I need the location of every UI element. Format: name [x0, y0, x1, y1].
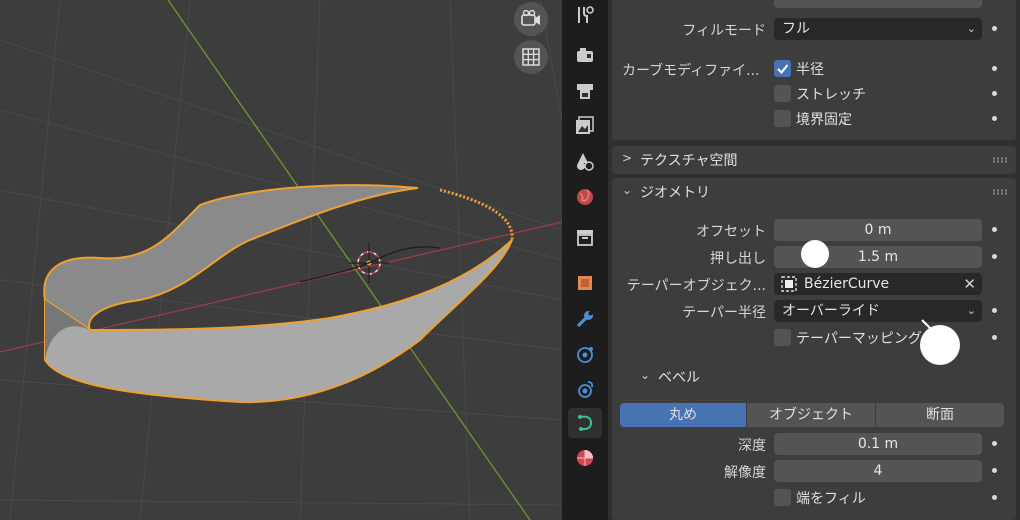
- chevron-down-icon: ⌄: [966, 304, 976, 317]
- bevel-mode-profile[interactable]: 断面: [876, 403, 1004, 427]
- keyframe-dot[interactable]: [992, 468, 997, 473]
- bevel-mode-round[interactable]: 丸め: [620, 403, 746, 427]
- collection-tab-icon[interactable]: [568, 222, 602, 252]
- cut-off-field[interactable]: [774, 0, 982, 8]
- shape-panel: フィルモード フル ⌄ カーブモディファイ... 半径 ストレッチ 境界固定: [612, 0, 1016, 140]
- particles-tab-icon[interactable]: [568, 340, 602, 370]
- fill-caps-label: 端をフィル: [796, 491, 866, 507]
- grid-perspective-icon[interactable]: [514, 40, 548, 74]
- object-tab-icon[interactable]: [568, 268, 602, 298]
- clear-x-icon[interactable]: ✕: [963, 273, 976, 295]
- camera-view-icon[interactable]: [514, 2, 548, 36]
- taper-object-row: テーパーオブジェク... BézierCurve ✕: [612, 272, 1016, 296]
- fill-caps-row: 端をフィル: [612, 486, 1016, 510]
- stretch-row: ストレッチ: [612, 82, 1016, 106]
- chevron-right-icon: >: [622, 151, 633, 165]
- bevel-resolution-field[interactable]: 4: [774, 460, 982, 482]
- world-tab-icon[interactable]: [568, 182, 602, 212]
- taper-radius-label: テーパー半径: [682, 305, 766, 321]
- offset-row: オフセット 0 m: [612, 218, 1016, 242]
- chevron-down-icon: ⌄: [622, 183, 633, 197]
- top-cut-row: [612, 0, 1016, 18]
- curve-data-tab-icon[interactable]: [568, 408, 602, 438]
- keyframe-dot[interactable]: [992, 66, 997, 71]
- viewport-scene[interactable]: [0, 0, 562, 520]
- radius-label: 半径: [796, 62, 824, 78]
- taper-object-value: BézierCurve: [804, 276, 890, 292]
- drag-grip-icon[interactable]: [992, 189, 1008, 195]
- bounds-clamp-checkbox[interactable]: [774, 110, 791, 127]
- chevron-down-icon: ⌄: [966, 22, 976, 35]
- texture-space-header[interactable]: > テクスチャ空間: [612, 146, 1016, 174]
- keyframe-dot[interactable]: [992, 335, 997, 340]
- extrude-label: 押し出し: [710, 251, 766, 267]
- keyframe-dot[interactable]: [992, 308, 997, 313]
- keyframe-dot[interactable]: [992, 254, 997, 259]
- drag-grip-icon[interactable]: [992, 157, 1008, 163]
- fill-mode-value: フル: [782, 21, 810, 37]
- curve-object-icon: [781, 276, 797, 292]
- bevel-mode-object[interactable]: オブジェクト: [747, 403, 875, 427]
- bevel-resolution-label: 解像度: [724, 465, 766, 481]
- 3d-viewport[interactable]: [0, 0, 562, 520]
- taper-radius-value: オーバーライド: [782, 303, 880, 319]
- taper-radius-row: テーパー半径 オーバーライド ⌄: [612, 299, 1016, 323]
- taper-object-field[interactable]: BézierCurve ✕: [774, 273, 982, 295]
- offset-field[interactable]: 0 m: [774, 219, 982, 241]
- keyframe-dot[interactable]: [992, 441, 997, 446]
- properties-tab-bar: [562, 0, 608, 520]
- fill-mode-label: フィルモード: [682, 23, 766, 39]
- radius-checkbox[interactable]: [774, 60, 791, 77]
- bounds-clamp-label: 境界固定: [796, 112, 852, 128]
- bevel-depth-label: 深度: [738, 438, 766, 454]
- material-tab-icon[interactable]: [568, 443, 602, 473]
- keyframe-dot[interactable]: [992, 116, 997, 121]
- bevel-depth-row: 深度 0.1 m: [612, 432, 1016, 456]
- geometry-header[interactable]: ⌄ ジオメトリ: [612, 178, 1016, 206]
- chevron-down-icon: ⌄: [640, 368, 651, 382]
- keyframe-dot[interactable]: [992, 495, 997, 500]
- bevel-title: ベベル: [658, 370, 700, 386]
- curve-ribbon-mesh[interactable]: [43, 184, 514, 404]
- texture-space-panel: > テクスチャ空間: [612, 146, 1016, 174]
- keyframe-dot[interactable]: [992, 227, 997, 232]
- mouse-pointer-icon: [921, 319, 937, 335]
- render-tab-icon[interactable]: [568, 40, 602, 70]
- curve-deform-label: カーブモディファイ...: [622, 63, 760, 79]
- keyframe-dot[interactable]: [992, 26, 997, 31]
- offset-label: オフセット: [696, 224, 766, 240]
- taper-mapping-label: テーパーマッピング: [796, 331, 922, 347]
- geometry-title: ジオメトリ: [640, 185, 710, 201]
- physics-tab-icon[interactable]: [568, 374, 602, 404]
- y-axis-line: [167, 0, 531, 520]
- taper-mapping-checkbox[interactable]: [774, 329, 791, 346]
- taper-object-label: テーパーオブジェク...: [626, 278, 766, 294]
- curve-deform-radius-row: カーブモディファイ... 半径: [612, 57, 1016, 81]
- taper-radius-dropdown[interactable]: オーバーライド ⌄: [774, 300, 982, 322]
- bevel-resolution-row: 解像度 4: [612, 459, 1016, 483]
- bounds-clamp-row: 境界固定: [612, 107, 1016, 131]
- fill-mode-dropdown[interactable]: フル ⌄: [774, 18, 982, 40]
- scene-tab-icon[interactable]: [568, 146, 602, 176]
- stretch-checkbox[interactable]: [774, 85, 791, 102]
- stretch-label: ストレッチ: [796, 87, 866, 103]
- view-layer-tab-icon[interactable]: [568, 110, 602, 140]
- bevel-depth-field[interactable]: 0.1 m: [774, 433, 982, 455]
- touch-indicator: [801, 240, 829, 268]
- modifier-tab-icon[interactable]: [568, 304, 602, 334]
- bevel-header[interactable]: ⌄ ベベル: [612, 363, 1016, 391]
- tool-tab-icon[interactable]: [568, 0, 602, 30]
- fill-caps-checkbox[interactable]: [774, 489, 791, 506]
- output-tab-icon[interactable]: [568, 76, 602, 106]
- texture-space-title: テクスチャ空間: [640, 153, 738, 169]
- checkmark-icon: [777, 64, 789, 74]
- keyframe-dot[interactable]: [992, 91, 997, 96]
- fill-mode-row: フィルモード フル ⌄: [612, 17, 1016, 41]
